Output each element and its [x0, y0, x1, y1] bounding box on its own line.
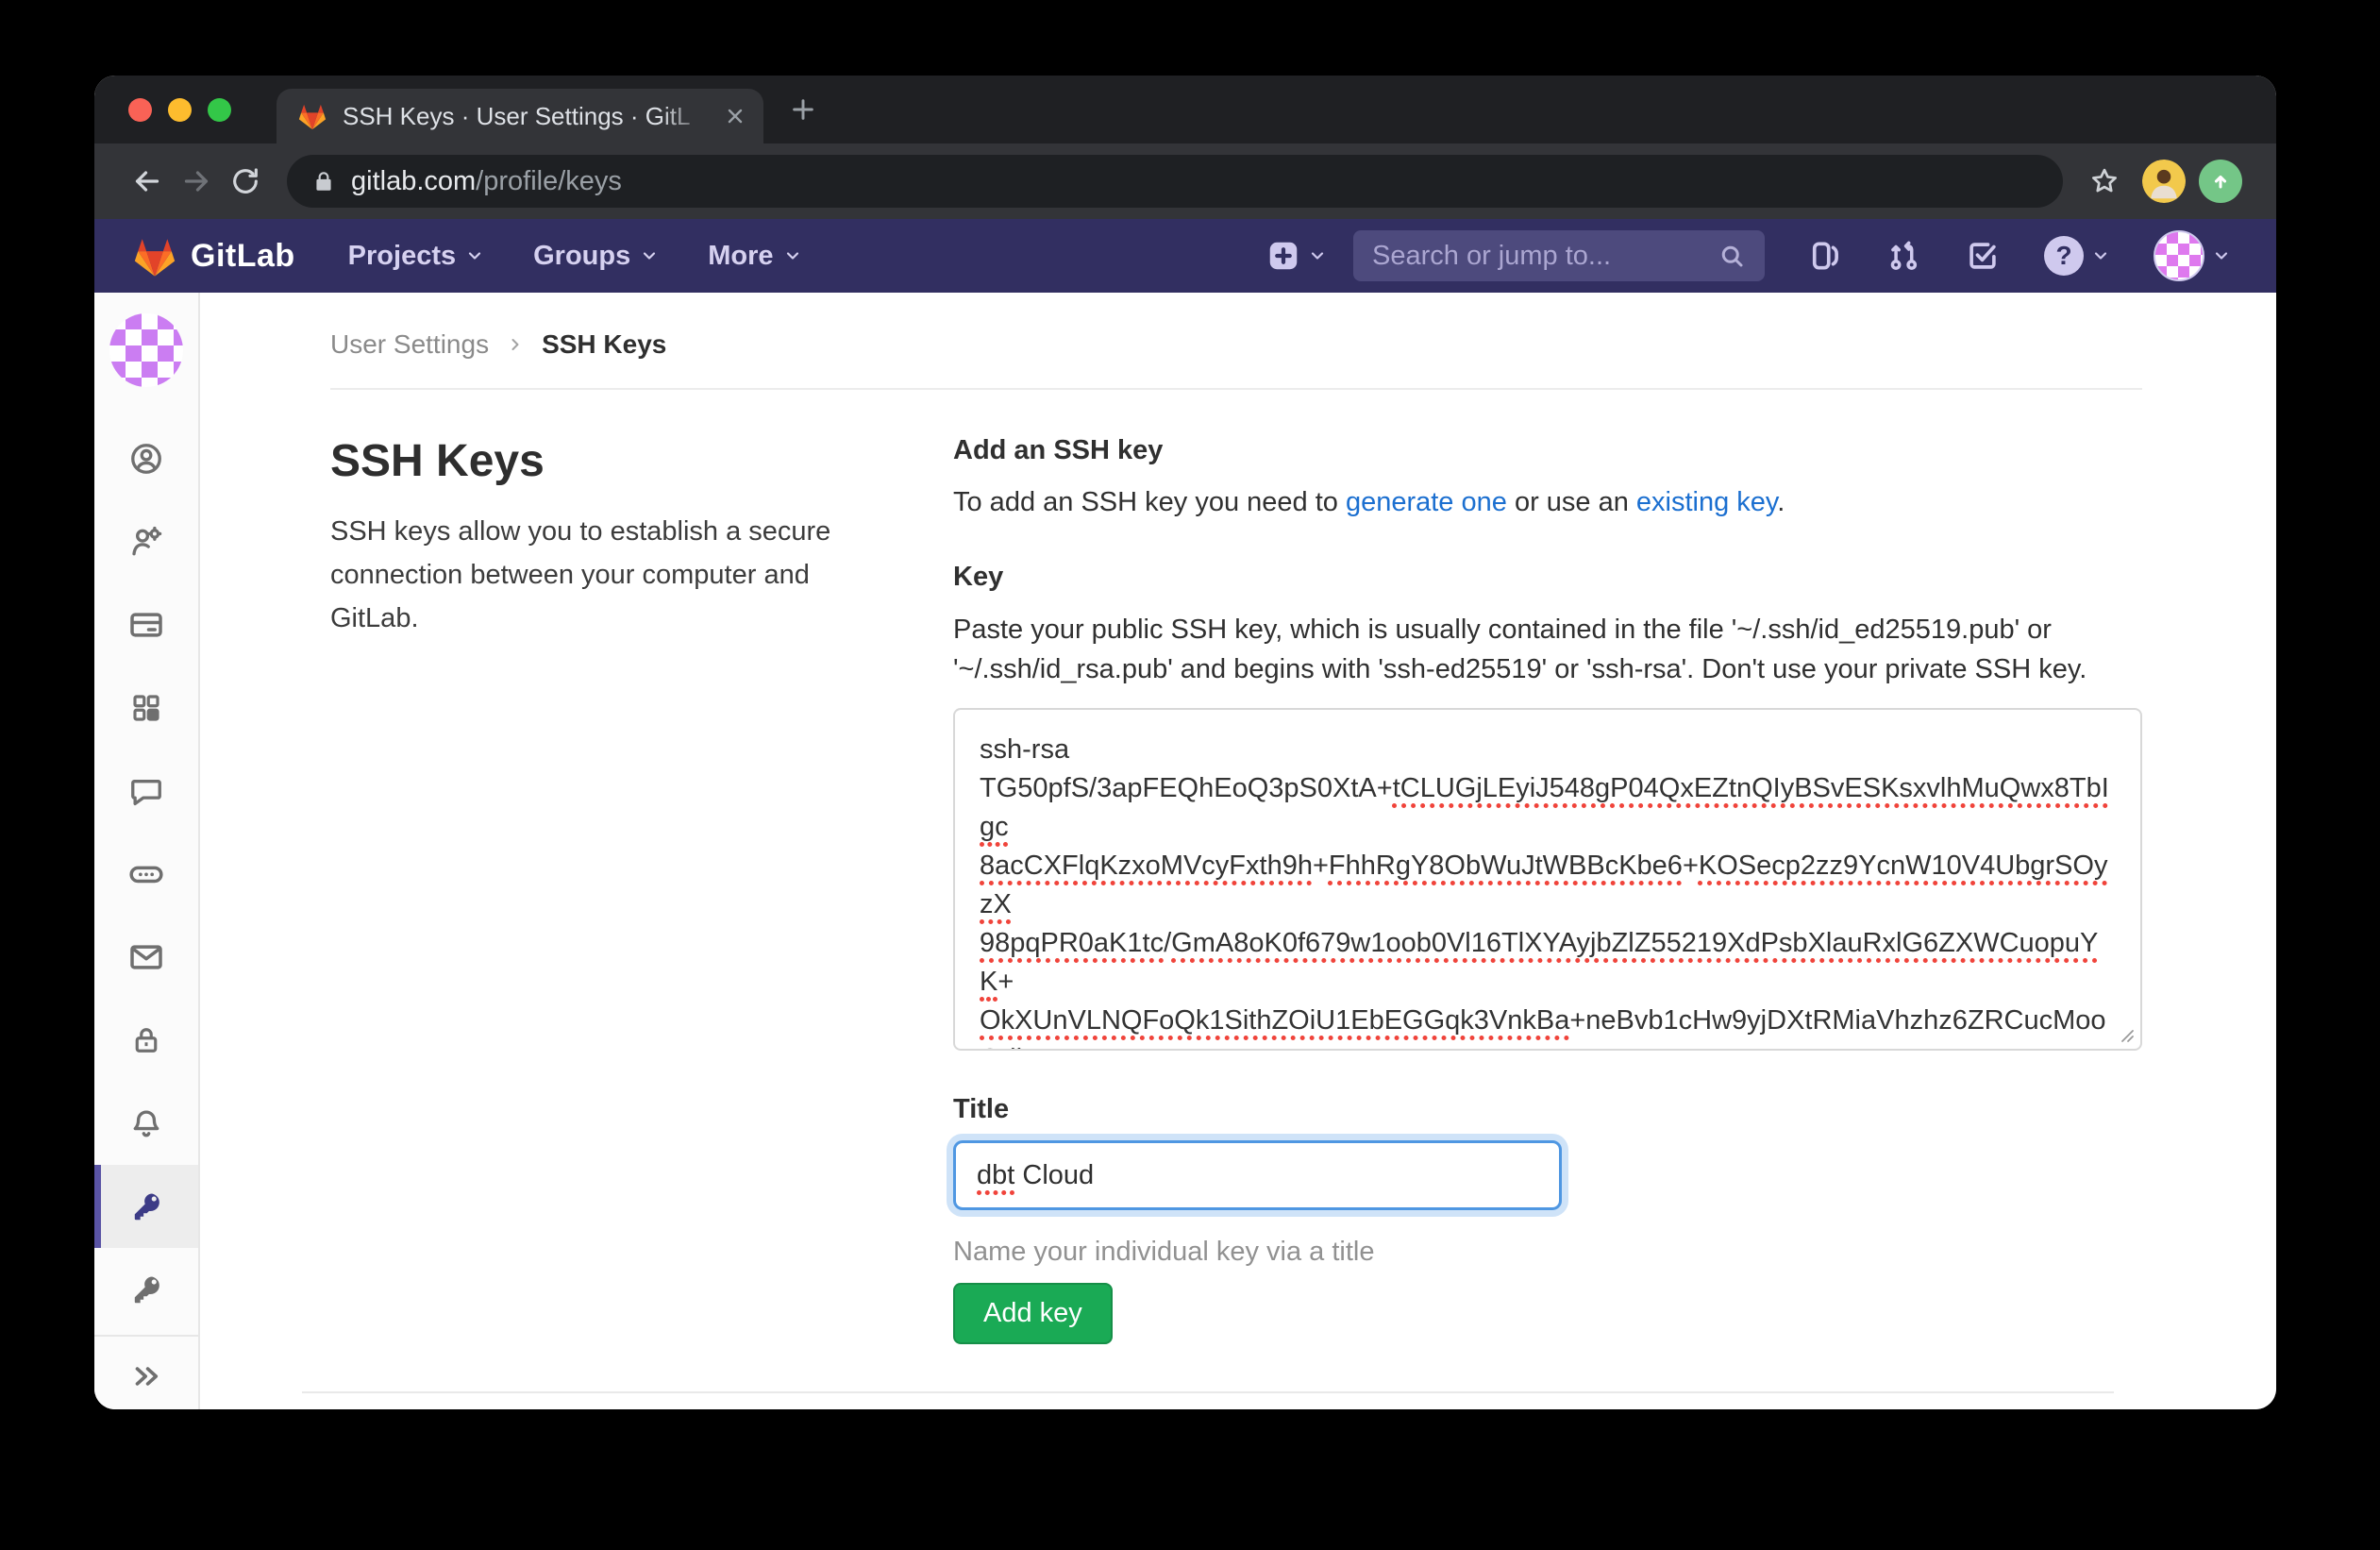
- envelope-icon: [127, 938, 165, 976]
- sidebar-item-emails[interactable]: [94, 916, 198, 999]
- chevron-down-icon: [783, 246, 802, 265]
- chevron-down-icon: [640, 246, 659, 265]
- browser-tab-bar: SSH Keys · User Settings · GitL: [94, 76, 2276, 143]
- resize-grip-icon[interactable]: [2114, 1022, 2137, 1045]
- title-input[interactable]: dbt Cloud: [953, 1140, 1562, 1210]
- plus-square-icon: [1266, 239, 1300, 273]
- help-menu[interactable]: ?: [2044, 236, 2110, 276]
- sidebar-item-billing[interactable]: [94, 583, 198, 666]
- settings-sidebar: [94, 293, 200, 1409]
- back-button[interactable]: [123, 157, 172, 206]
- bell-icon: [128, 1105, 164, 1141]
- title-help-text: Name your individual key via a title: [953, 1237, 2142, 1268]
- tab-close-icon[interactable]: [724, 105, 746, 127]
- merge-request-icon[interactable]: [1886, 238, 1921, 274]
- breadcrumb-ssh-keys: SSH Keys: [542, 329, 666, 360]
- chevron-down-icon: [2091, 246, 2110, 265]
- search-icon: [1718, 242, 1746, 270]
- sidebar-item-profile[interactable]: [94, 417, 198, 500]
- gitlab-logo[interactable]: GitLab: [132, 235, 295, 278]
- existing-key-link[interactable]: existing key: [1636, 487, 1777, 517]
- add-ssh-key-heading: Add an SSH key: [953, 435, 2142, 466]
- generate-one-link[interactable]: generate one: [1346, 487, 1507, 517]
- page-title: SSH Keys: [330, 435, 925, 487]
- reload-button[interactable]: [221, 157, 270, 206]
- main-content: User Settings SSH Keys SSH Keys SSH keys…: [200, 293, 2276, 1409]
- sidebar-item-ssh-keys[interactable]: [94, 1165, 198, 1248]
- chevron-down-icon: [2212, 246, 2231, 265]
- person-circle-icon: [128, 441, 164, 477]
- ssh-key-textarea[interactable]: ssh-rsaTG50pfS/3apFEQhEoQ3pS0XtA+tCLUGjL…: [953, 708, 2142, 1051]
- new-menu-button[interactable]: [1266, 239, 1327, 273]
- key-icon: [128, 1272, 164, 1307]
- url-host: gitlab.com: [351, 166, 476, 196]
- search-placeholder: Search or jump to...: [1372, 241, 1718, 272]
- issues-icon[interactable]: [1806, 238, 1842, 274]
- credit-card-icon: [127, 606, 165, 644]
- nav-more-menu[interactable]: More: [708, 241, 801, 272]
- zoom-window-button[interactable]: [208, 98, 231, 122]
- user-avatar: [2154, 230, 2204, 281]
- key-label: Key: [953, 562, 2142, 593]
- nav-groups-menu[interactable]: Groups: [533, 241, 659, 272]
- close-window-button[interactable]: [128, 98, 152, 122]
- browser-tab[interactable]: SSH Keys · User Settings · GitL: [277, 89, 763, 143]
- breadcrumb: User Settings SSH Keys: [330, 293, 2142, 390]
- sidebar-item-chat[interactable]: [94, 750, 198, 833]
- url-path: /profile/keys: [476, 166, 622, 196]
- page-description: SSH keys allow you to establish a secure…: [330, 510, 893, 640]
- chevrons-right-icon: [128, 1358, 164, 1394]
- search-input[interactable]: Search or jump to...: [1353, 230, 1765, 281]
- todos-icon[interactable]: [1965, 238, 2001, 274]
- window-controls: [128, 98, 231, 122]
- sidebar-collapse-button[interactable]: [94, 1339, 198, 1409]
- grid-icon: [129, 691, 163, 725]
- url-bar[interactable]: gitlab.com/profile/keys: [287, 155, 2063, 208]
- section-divider: [302, 1391, 2114, 1393]
- gitlab-wordmark: GitLab: [191, 238, 295, 275]
- comment-icon: [128, 773, 164, 809]
- bookmark-star-icon[interactable]: [2080, 157, 2129, 206]
- chevron-right-icon: [506, 335, 525, 354]
- pill-dots-icon: [127, 855, 165, 893]
- minimize-window-button[interactable]: [168, 98, 192, 122]
- title-input-value: dbt Cloud: [977, 1160, 1094, 1191]
- chevron-down-icon: [1308, 246, 1327, 265]
- new-tab-button[interactable]: [788, 94, 818, 125]
- help-icon: ?: [2044, 236, 2084, 276]
- sidebar-divider: [94, 1335, 198, 1337]
- breadcrumb-user-settings[interactable]: User Settings: [330, 329, 489, 360]
- sidebar-item-password[interactable]: [94, 999, 198, 1082]
- key-icon: [128, 1188, 164, 1224]
- tab-title: SSH Keys · User Settings · GitL: [343, 102, 709, 131]
- add-key-button[interactable]: Add key: [953, 1283, 1113, 1344]
- lock-icon: [129, 1023, 163, 1057]
- browser-update-button[interactable]: [2199, 160, 2242, 203]
- gitlab-tanuki-icon: [132, 235, 177, 278]
- title-label: Title: [953, 1094, 2142, 1125]
- sidebar-item-gpg-keys[interactable]: [94, 1248, 198, 1331]
- https-lock-icon: [311, 169, 336, 194]
- sidebar-item-access-tokens[interactable]: [94, 833, 198, 916]
- intro-text: To add an SSH key you need to generate o…: [953, 487, 2142, 518]
- browser-window: SSH Keys · User Settings · GitL gitlab.c…: [94, 76, 2276, 1409]
- sidebar-item-notifications[interactable]: [94, 1082, 198, 1165]
- forward-button[interactable]: [172, 157, 221, 206]
- gitlab-navbar: GitLab Projects Groups More Search or ju…: [94, 219, 2276, 293]
- sidebar-item-applications[interactable]: [94, 666, 198, 750]
- browser-profile-avatar[interactable]: [2142, 160, 2186, 203]
- user-menu[interactable]: [2154, 230, 2231, 281]
- gitlab-favicon-icon: [297, 102, 327, 130]
- sidebar-item-account[interactable]: [94, 500, 198, 583]
- key-help-text: Paste your public SSH key, which is usua…: [953, 610, 2142, 689]
- nav-projects-menu[interactable]: Projects: [348, 241, 484, 272]
- profile-avatar: [109, 313, 183, 387]
- chevron-down-icon: [465, 246, 484, 265]
- person-gear-icon: [128, 524, 164, 560]
- browser-toolbar: gitlab.com/profile/keys: [94, 143, 2276, 219]
